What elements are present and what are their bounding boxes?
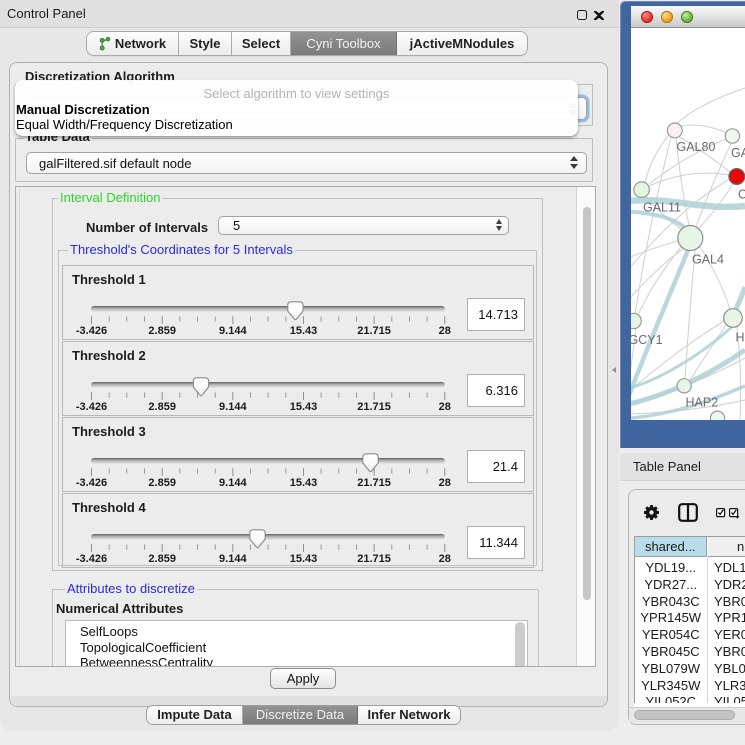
svg-text:2.859: 2.859	[148, 477, 176, 489]
svg-text:9.144: 9.144	[219, 325, 247, 337]
svg-text:-3.426: -3.426	[76, 553, 107, 565]
svg-text:15.43: 15.43	[290, 477, 318, 489]
svg-text:-3.426: -3.426	[76, 401, 107, 413]
svg-text:2.859: 2.859	[148, 553, 176, 565]
svg-text:28: 28	[439, 325, 451, 337]
svg-text:GAL80: GAL80	[677, 140, 716, 154]
svg-text:15.43: 15.43	[290, 325, 318, 337]
svg-text:28: 28	[439, 401, 451, 413]
svg-text:-3.426: -3.426	[76, 477, 107, 489]
svg-text:GAL4: GAL4	[692, 253, 724, 267]
svg-text:CDC36: CDC36	[738, 188, 745, 202]
svg-text:-3.426: -3.426	[76, 325, 107, 337]
svg-text:21.715: 21.715	[357, 325, 391, 337]
svg-text:28: 28	[439, 477, 451, 489]
svg-text:GAL11: GAL11	[643, 201, 681, 215]
svg-text:2.859: 2.859	[148, 325, 176, 337]
svg-text:9.144: 9.144	[219, 401, 247, 413]
svg-text:21.715: 21.715	[357, 401, 391, 413]
svg-text:HIS4: HIS4	[736, 331, 745, 345]
svg-text:28: 28	[439, 553, 451, 565]
svg-text:GAL1: GAL1	[731, 146, 745, 160]
svg-text:HAP2: HAP2	[686, 396, 719, 410]
svg-text:21.715: 21.715	[357, 553, 391, 565]
svg-text:15.43: 15.43	[290, 553, 318, 565]
svg-text:9.144: 9.144	[219, 477, 247, 489]
svg-text:21.715: 21.715	[357, 477, 391, 489]
svg-text:15.43: 15.43	[290, 401, 318, 413]
svg-text:2.859: 2.859	[148, 401, 176, 413]
svg-text:GCY1: GCY1	[631, 333, 663, 347]
svg-text:9.144: 9.144	[219, 553, 247, 565]
